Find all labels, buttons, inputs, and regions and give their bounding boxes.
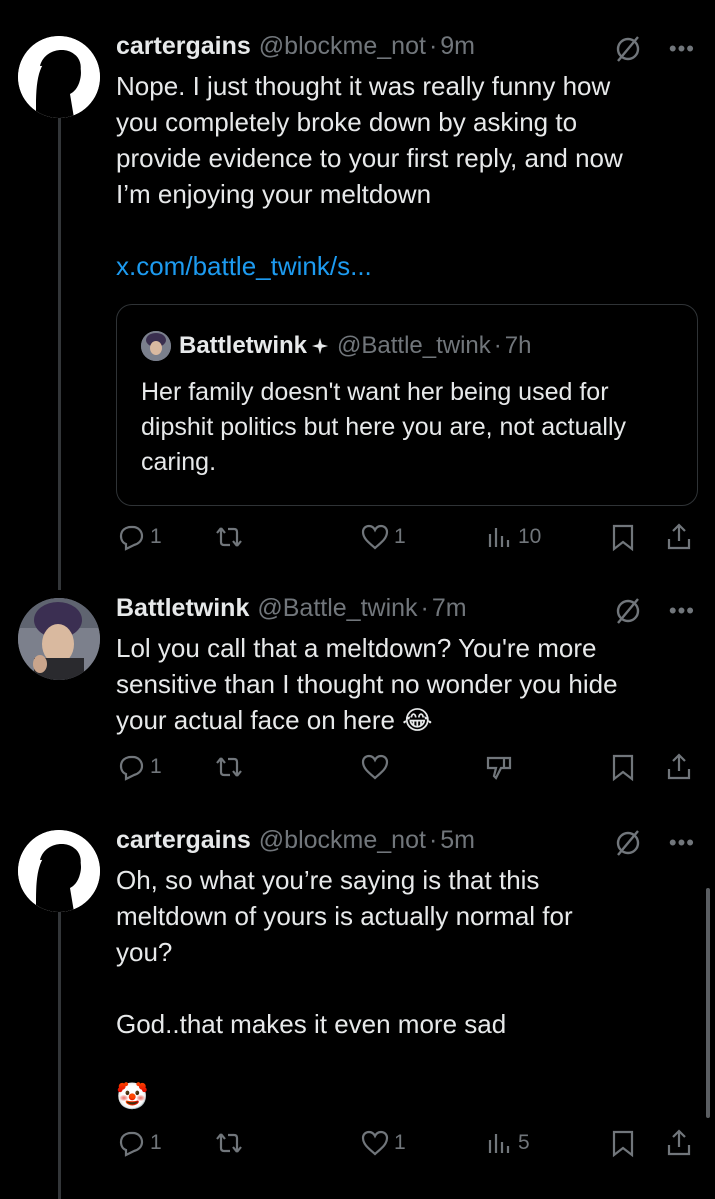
reply-icon: [119, 525, 144, 551]
reply-icon: [119, 755, 144, 781]
author-handle[interactable]: @blockme_not: [259, 32, 426, 61]
like-button[interactable]: 1: [360, 1128, 406, 1158]
repost-button[interactable]: [214, 522, 244, 552]
avatar[interactable]: [18, 830, 100, 912]
bookmark-icon: [612, 754, 634, 782]
repost-button[interactable]: [214, 752, 244, 782]
more-icon[interactable]: •••: [669, 598, 695, 624]
more-icon[interactable]: •••: [669, 36, 695, 62]
repost-icon: [216, 757, 242, 777]
thread-line: [58, 912, 61, 1199]
quoted-post[interactable]: Battletwink @Battle_twink · 7h Her famil…: [116, 304, 698, 506]
grok-icon[interactable]: [613, 34, 643, 64]
quote-avatar: [141, 331, 171, 361]
scrollbar[interactable]: [706, 888, 710, 1118]
reply-count: 1: [150, 1131, 162, 1154]
author-name[interactable]: cartergains: [116, 32, 251, 61]
post-text: Lol you call that a meltdown? You're mor…: [116, 633, 618, 735]
dot-separator: ·: [428, 32, 438, 60]
share-button[interactable]: [664, 522, 694, 552]
dot-separator: ·: [428, 826, 438, 854]
grok-icon[interactable]: [613, 828, 643, 858]
reply-icon: [119, 1131, 144, 1157]
views-icon: [488, 1134, 510, 1153]
share-icon: [667, 1129, 691, 1156]
quote-timestamp: 7h: [504, 332, 532, 359]
reply-count: 1: [150, 755, 162, 778]
bookmark-button[interactable]: [608, 752, 638, 782]
avatar[interactable]: [18, 36, 100, 118]
timestamp[interactable]: 7m: [432, 594, 467, 623]
dot-separator: ·: [420, 594, 429, 622]
like-count: 1: [394, 1131, 406, 1154]
timestamp[interactable]: 5m: [440, 826, 475, 855]
action-bar: 1: [116, 752, 695, 792]
bookmark-button[interactable]: [608, 522, 638, 552]
views-button[interactable]: 10: [484, 522, 541, 552]
repost-button[interactable]: [214, 1128, 244, 1158]
quote-author-name: Battletwink: [179, 332, 308, 359]
heart-icon: [361, 524, 389, 550]
post-text: Oh, so what you’re saying is that this m…: [116, 865, 573, 1111]
dislike-button[interactable]: [484, 752, 514, 782]
author-handle[interactable]: @Battle_twink: [257, 594, 417, 623]
share-icon: [667, 523, 691, 550]
timestamp[interactable]: 9m: [440, 32, 475, 61]
bookmark-icon: [612, 524, 634, 552]
avatar[interactable]: [18, 598, 100, 680]
more-icon[interactable]: •••: [669, 830, 695, 856]
quote-text: Her family doesn't want her being used f…: [141, 378, 626, 476]
reply-count: 1: [150, 525, 162, 548]
author-handle[interactable]: @blockme_not: [259, 826, 426, 855]
views-count: 5: [518, 1131, 530, 1154]
post-header: cartergains @blockme_not · 9m •••: [116, 32, 695, 66]
dot-separator: ·: [493, 332, 502, 359]
bookmark-button[interactable]: [608, 1128, 638, 1158]
post-header: Battletwink @Battle_twink · 7m •••: [116, 594, 695, 628]
heart-icon: [361, 754, 389, 780]
share-button[interactable]: [664, 1128, 694, 1158]
share-icon: [667, 753, 691, 780]
repost-icon: [216, 1133, 242, 1153]
share-button[interactable]: [664, 752, 694, 782]
dislike-icon: [486, 756, 512, 780]
grok-icon[interactable]: [613, 596, 643, 626]
reply-button[interactable]: 1: [116, 1128, 162, 1158]
bookmark-icon: [612, 1130, 634, 1158]
post-link[interactable]: x.com/battle_twink/s...: [116, 248, 695, 284]
heart-icon: [361, 1130, 389, 1156]
like-count: 1: [394, 525, 406, 548]
reply-button[interactable]: 1: [116, 522, 162, 552]
thread-line: [58, 118, 61, 590]
action-bar: 1 1 10: [116, 522, 695, 562]
like-button[interactable]: 1: [360, 522, 406, 552]
views-icon: [488, 528, 510, 547]
author-name[interactable]: cartergains: [116, 826, 251, 855]
author-name[interactable]: Battletwink: [116, 594, 249, 623]
action-bar: 1 1 5: [116, 1128, 695, 1168]
repost-icon: [216, 527, 242, 547]
like-button[interactable]: [360, 752, 390, 782]
views-button[interactable]: 5: [484, 1128, 530, 1158]
quote-author-handle: @Battle_twink: [337, 332, 491, 359]
reply-button[interactable]: 1: [116, 752, 162, 782]
post-text: Nope. I just thought it was really funny…: [116, 71, 623, 209]
views-count: 10: [518, 525, 542, 548]
sparkle-icon: [311, 337, 329, 355]
post-header: cartergains @blockme_not · 5m •••: [116, 826, 695, 860]
